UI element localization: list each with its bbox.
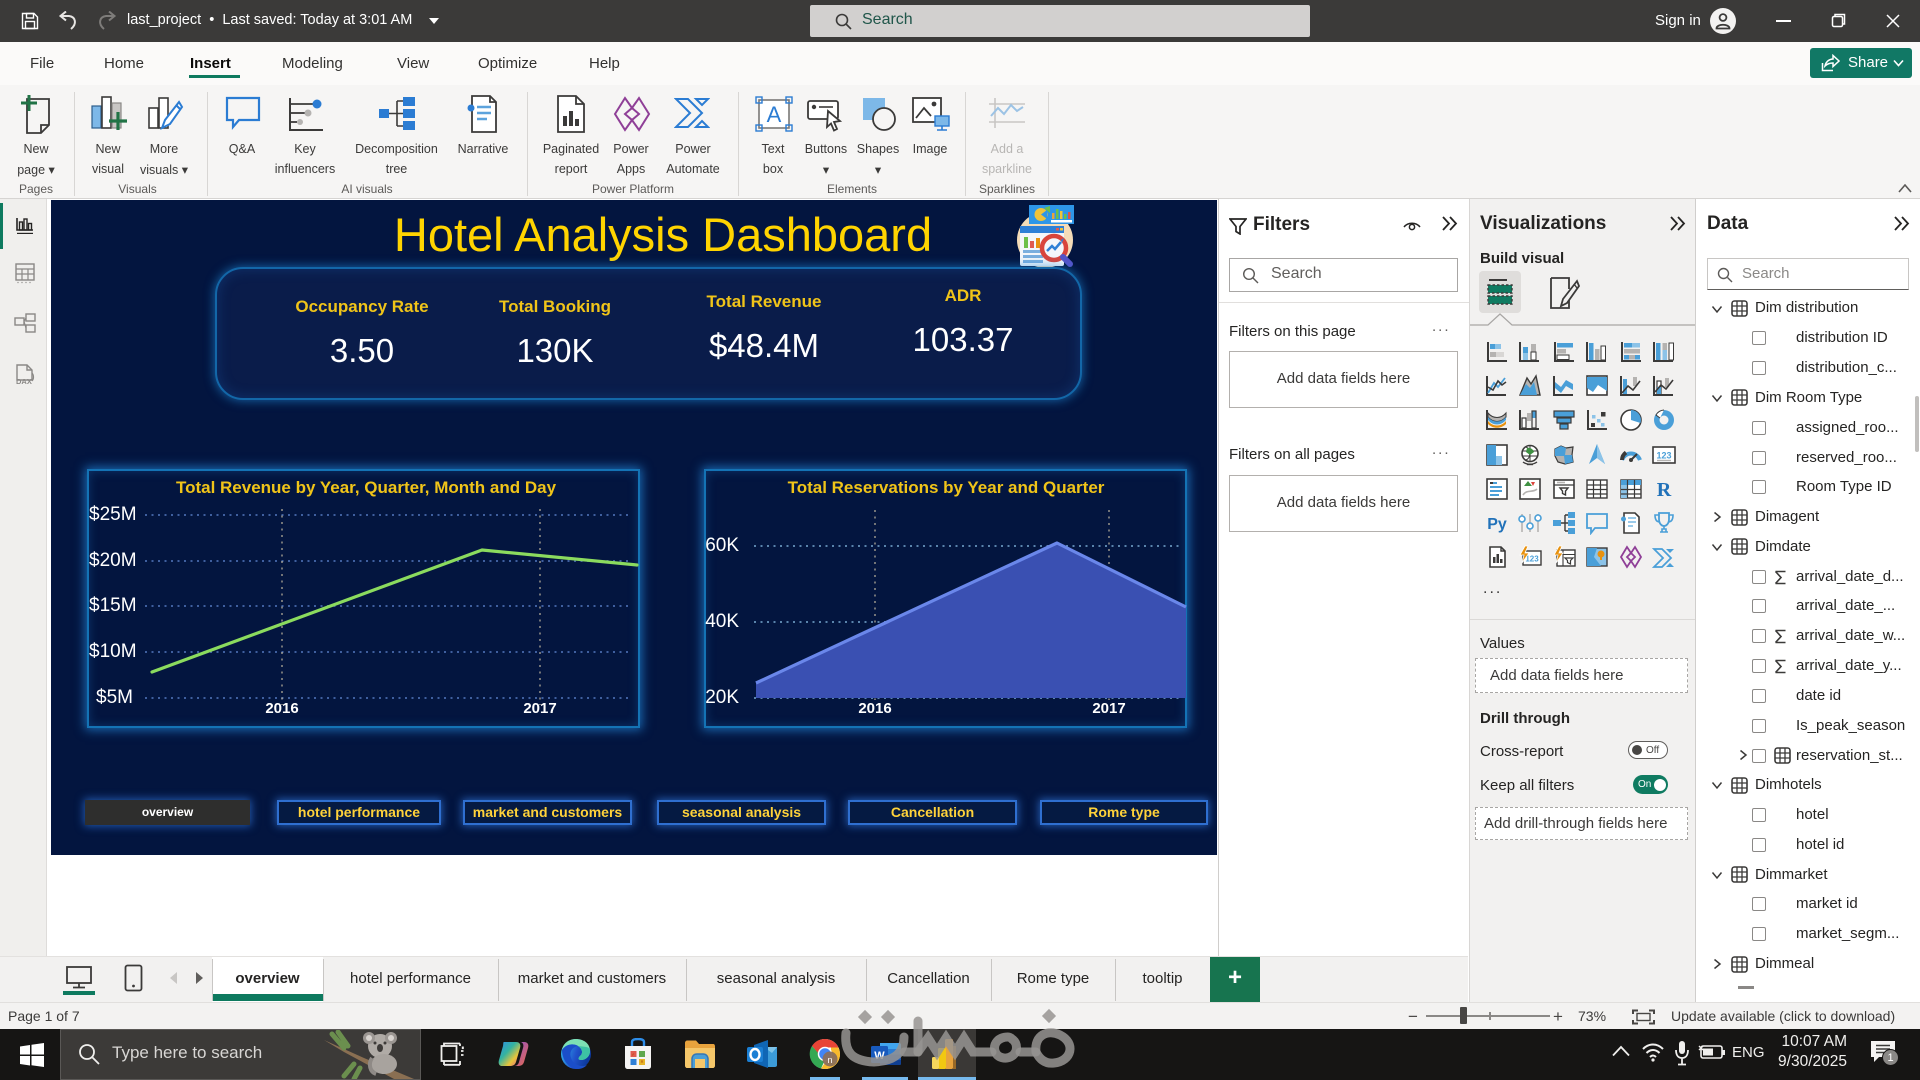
svg-text:R: R [1657, 479, 1672, 501]
svg-text:DAX: DAX [16, 377, 32, 386]
svg-text:A: A [767, 102, 782, 127]
svg-text:n: n [827, 1055, 832, 1065]
svg-text:Py: Py [1487, 516, 1507, 533]
svg-text:123: 123 [1656, 451, 1671, 461]
